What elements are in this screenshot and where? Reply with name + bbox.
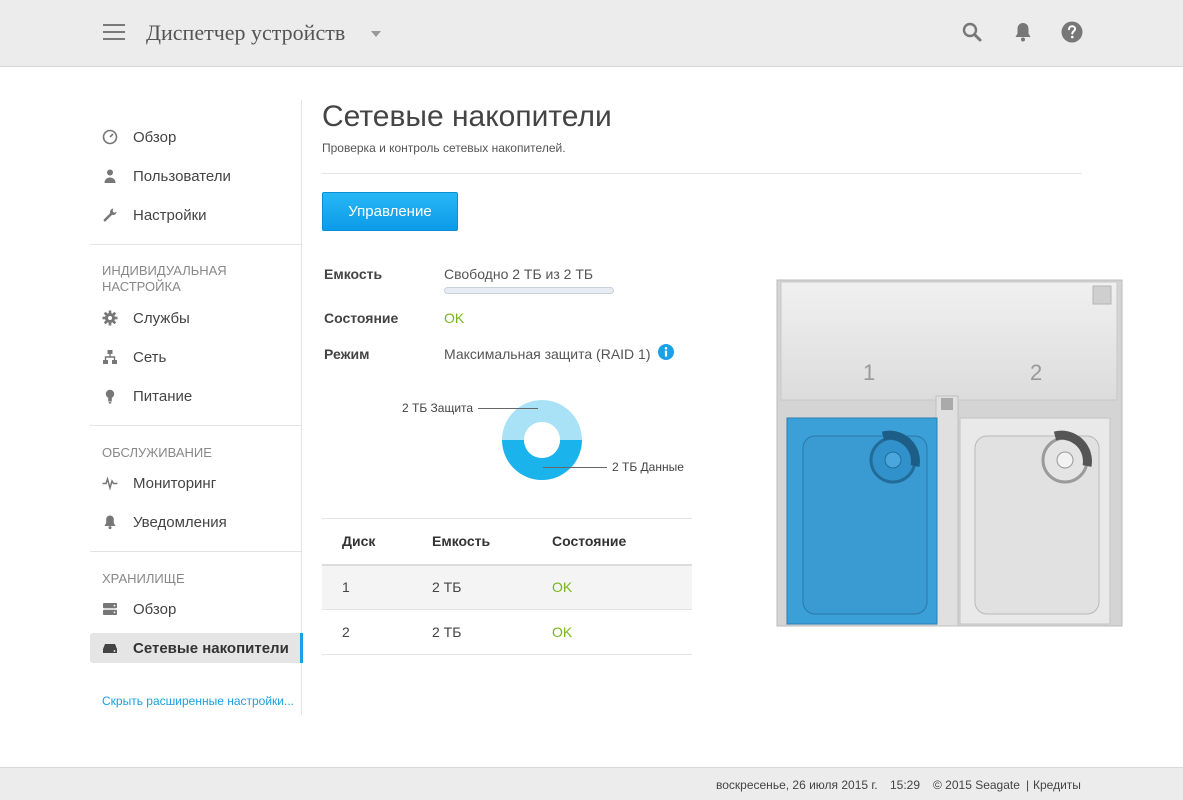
disk-status: OK [552,564,692,610]
sidebar-item-label: Обзор [133,129,177,146]
sidebar: Обзор Пользователи Настройки ИНДИВИДУАЛЬ… [90,100,303,715]
sidebar-item-label: Уведомления [133,514,227,531]
sidebar-item-monitoring[interactable]: Мониторинг [90,468,302,498]
info-icon[interactable] [658,344,674,360]
title-divider [322,173,1082,174]
sidebar-item-label: Обзор [133,601,177,618]
sidebar-item-label: Службы [133,310,190,327]
drive-icon [103,644,117,653]
sidebar-item-notifications[interactable]: Уведомления [90,507,302,537]
bell-icon [104,515,116,530]
disk-table: Диск Емкость Состояние 1 2 ТБ OK 2 2 ТБ … [322,518,692,655]
sidebar-divider [90,425,302,426]
sidebar-item-power[interactable]: Питание [90,381,302,411]
donut-protection-label: 2 ТБ Защита [402,401,474,415]
table-row[interactable]: 2 2 ТБ OK [322,609,692,655]
bay-label-2: 2 [1030,360,1042,385]
footer: воскресенье, 26 июля 2015 г. 15:29 © 201… [0,767,1183,800]
footer-time: 15:29 [890,778,921,792]
sidebar-item-settings[interactable]: Настройки [90,200,302,230]
leader-line [543,467,607,468]
disk-number: 1 [322,564,432,610]
footer-copyright: © 2015 Seagate [933,778,1020,792]
column-header-capacity: Емкость [432,518,552,566]
column-header-disk: Диск [322,518,432,566]
sidebar-item-label: Питание [133,388,193,405]
wrench-icon [103,208,117,222]
mode-value: Максимальная защита (RAID 1) [444,346,651,362]
bulb-icon [105,389,115,404]
column-header-status: Состояние [552,518,692,566]
help-icon[interactable] [1060,20,1084,44]
disk-capacity: 2 ТБ [432,609,552,655]
capacity-progress-bar [444,287,614,294]
app-title-dropdown[interactable]: Диспетчер устройств [146,20,345,46]
credits-link[interactable]: Кредиты [1033,778,1081,792]
footer-separator: | [1026,778,1030,792]
sidebar-item-label: Мониторинг [133,475,217,492]
caret-down-icon[interactable] [371,31,381,37]
section-title-maintenance: ОБСЛУЖИВАНИЕ [102,445,212,460]
sidebar-item-storage-overview[interactable]: Обзор [90,594,302,624]
sidebar-item-network-drives[interactable]: Сетевые накопители [90,633,303,663]
bell-icon[interactable] [1011,20,1035,44]
status-label: Состояние [324,310,399,326]
pulse-icon [102,476,118,491]
table-header-row: Диск Емкость Состояние [322,518,692,566]
hide-advanced-link[interactable]: Скрыть расширенные настройки... [102,694,294,708]
sidebar-item-label: Настройки [133,207,207,224]
capacity-value: Свободно 2 ТБ из 2 ТБ [444,266,594,282]
gear-icon [102,310,118,326]
sidebar-item-services[interactable]: Службы [90,303,302,333]
disk-status: OK [552,609,692,655]
search-icon[interactable] [960,20,984,44]
sidebar-item-label: Сетевые накопители [133,640,289,657]
sidebar-item-label: Пользователи [133,168,231,185]
table-row[interactable]: 1 2 ТБ OK [322,564,692,610]
footer-date: воскресенье, 26 июля 2015 г. [716,778,878,792]
disk-capacity: 2 ТБ [432,564,552,610]
capacity-label: Емкость [324,266,383,282]
hamburger-menu-icon[interactable] [103,23,125,41]
status-value: OK [444,310,465,326]
manage-button[interactable]: Управление [322,192,458,231]
bay-label-1: 1 [863,360,875,385]
storage-icon [103,603,117,615]
network-icon [103,350,117,364]
leader-line [478,408,538,409]
disk-number: 2 [322,609,432,655]
gauge-icon [102,129,118,145]
raid-donut-chart [502,400,582,480]
mode-label: Режим [324,346,370,362]
sidebar-item-label: Сеть [133,349,167,366]
sidebar-divider [90,551,302,552]
section-title-customization: ИНДИВИДУАЛЬНАЯ НАСТРОЙКА [102,263,227,294]
sidebar-divider [90,244,302,245]
top-bar: Диспетчер устройств [0,0,1183,67]
sidebar-item-overview[interactable]: Обзор [90,122,302,152]
section-title-storage: ХРАНИЛИЩЕ [102,571,185,586]
user-icon [104,169,116,183]
nas-device-illustration: 1 2 [776,279,1123,627]
donut-data-label: 2 ТБ Данные [612,460,684,474]
sidebar-item-network[interactable]: Сеть [90,342,302,372]
sidebar-item-users[interactable]: Пользователи [90,161,302,191]
page-title: Сетевые накопители [322,100,612,133]
page-subtitle: Проверка и контроль сетевых накопителей. [322,141,566,155]
